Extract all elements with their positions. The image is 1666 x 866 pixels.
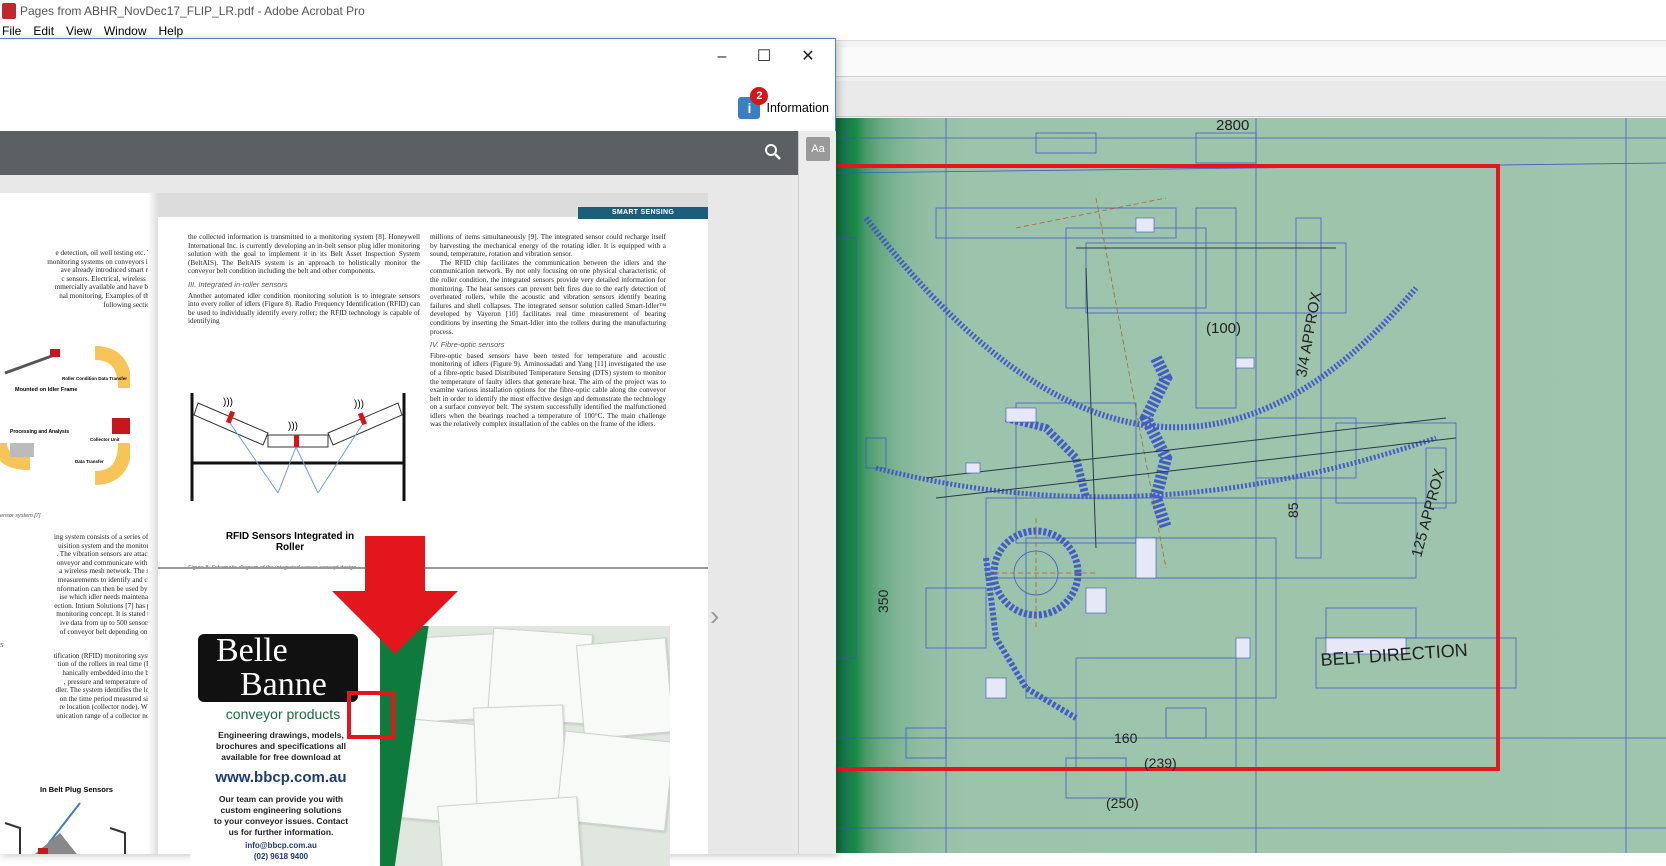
- advertisement[interactable]: Belle Banne conveyor products Engineerin…: [190, 626, 670, 866]
- right-column-text: millions of items simultaneously [9]. Th…: [430, 233, 666, 429]
- cad-drawing-view[interactable]: 2800 (100) 3/4 APPROX 125 APPROX 85 350 …: [836, 118, 1666, 853]
- cad-drawing-svg: 2800 (100) 3/4 APPROX 125 APPROX 85 350 …: [836, 118, 1666, 853]
- svg-text:))): ))): [288, 421, 298, 432]
- left-column-text: e detection, oil well testing etc. The mo…: [47, 249, 158, 309]
- maximize-icon[interactable]: ☐: [752, 45, 776, 69]
- menu-window[interactable]: Window: [104, 24, 147, 38]
- ad-line-4: Our team can provide you with: [218, 794, 344, 804]
- rfid-roller-figure: ))) ))) ))): [190, 393, 406, 501]
- middle-column-text: the collected information is transmitted…: [188, 233, 420, 326]
- information-button[interactable]: i 2 Information: [738, 87, 829, 119]
- toolbar-row-1: [836, 47, 1666, 77]
- svg-text:Processing and Analysis: Processing and Analysis: [10, 429, 69, 435]
- svg-text:Collector Unit: Collector Unit: [90, 437, 120, 442]
- left-column-text-2: ing system consists of a series of vi-ui…: [0, 533, 158, 720]
- ad-line-2: brochures and specifications all: [216, 741, 346, 751]
- svg-text:))): ))): [223, 397, 233, 408]
- ad-line-3: available for free download at: [221, 752, 341, 762]
- information-label: Information: [766, 101, 829, 115]
- menu-edit[interactable]: Edit: [33, 24, 54, 38]
- acrobat-toolbar: [836, 40, 1666, 118]
- info-icon: i 2: [738, 87, 769, 119]
- svg-text:Data Transfer: Data Transfer: [75, 459, 104, 464]
- window-title: Pages from ABHR_NovDec17_FLIP_LR.pdf - A…: [20, 4, 365, 18]
- menu-view[interactable]: View: [66, 24, 92, 38]
- acrobat-app-icon: [2, 3, 16, 19]
- ad-phone: (02) 9618 9400: [253, 852, 309, 861]
- menu-file[interactable]: File: [2, 24, 21, 38]
- svg-text:Mounted on Idler Frame: Mounted on Idler Frame: [15, 387, 77, 393]
- dim-250: (250): [1106, 795, 1139, 811]
- ad-email[interactable]: info@bbcp.com.au: [194, 841, 368, 850]
- dim-85: 85: [1285, 502, 1301, 518]
- belt-plug-sensor-figure: [4, 802, 126, 854]
- svg-text:))): ))): [354, 399, 364, 410]
- dim-160: 160: [1114, 730, 1138, 746]
- next-page-chevron-icon[interactable]: ›: [710, 600, 719, 632]
- ad-line-1: Engineering drawings, models,: [218, 730, 344, 740]
- menu-help[interactable]: Help: [159, 24, 184, 38]
- ad-line-5: custom engineering solutions: [220, 805, 342, 815]
- ad-line-7: us for further information.: [228, 827, 334, 837]
- dim-2800: 2800: [1216, 118, 1249, 134]
- close-icon[interactable]: ✕: [796, 45, 820, 69]
- section-tag: SMART SENSING: [578, 207, 708, 219]
- dim-350: 350: [875, 589, 891, 613]
- left-figure-diagram: Mounted on Idler Frame Roller Condition …: [0, 346, 130, 485]
- text-size-button[interactable]: Aa: [806, 137, 830, 161]
- left-figure-2-label: In Belt Plug Sensors: [40, 785, 113, 794]
- ad-url-link[interactable]: www.bbcp.com.au: [194, 769, 368, 786]
- toolbar-row-2: [836, 81, 1666, 117]
- viewer-header-bar: [0, 131, 798, 175]
- page-left: e detection, oil well testing etc. The mo…: [0, 193, 158, 854]
- dim-239: (239): [1144, 755, 1177, 771]
- dim-100: (100): [1206, 320, 1241, 337]
- minimize-icon[interactable]: –: [710, 45, 734, 69]
- left-figure-caption: ensor system [7].: [0, 513, 42, 519]
- ad-text-panel: Belle Banne conveyor products Engineerin…: [190, 626, 380, 866]
- svg-text:Roller Condition Data Transfer: Roller Condition Data Transfer: [62, 376, 127, 381]
- red-arrow-icon: [332, 536, 458, 654]
- highlight-box: [347, 691, 395, 739]
- pdf-popup-window: – ☐ ✕ i 2 Information Aa e detection, oi…: [0, 38, 836, 866]
- ad-line-6: to your conveyor issues. Contact: [213, 816, 349, 826]
- dim-3-4-approx: 3/4 APPROX: [1293, 290, 1325, 378]
- window-titlebar: Pages from ABHR_NovDec17_FLIP_LR.pdf - A…: [0, 0, 1666, 22]
- dim-125-approx: 125 APPROX: [1408, 467, 1448, 559]
- search-icon[interactable]: [764, 143, 782, 161]
- ad-subtitle: conveyor products: [225, 706, 341, 722]
- right-sidebar-strip: Aa: [798, 131, 836, 854]
